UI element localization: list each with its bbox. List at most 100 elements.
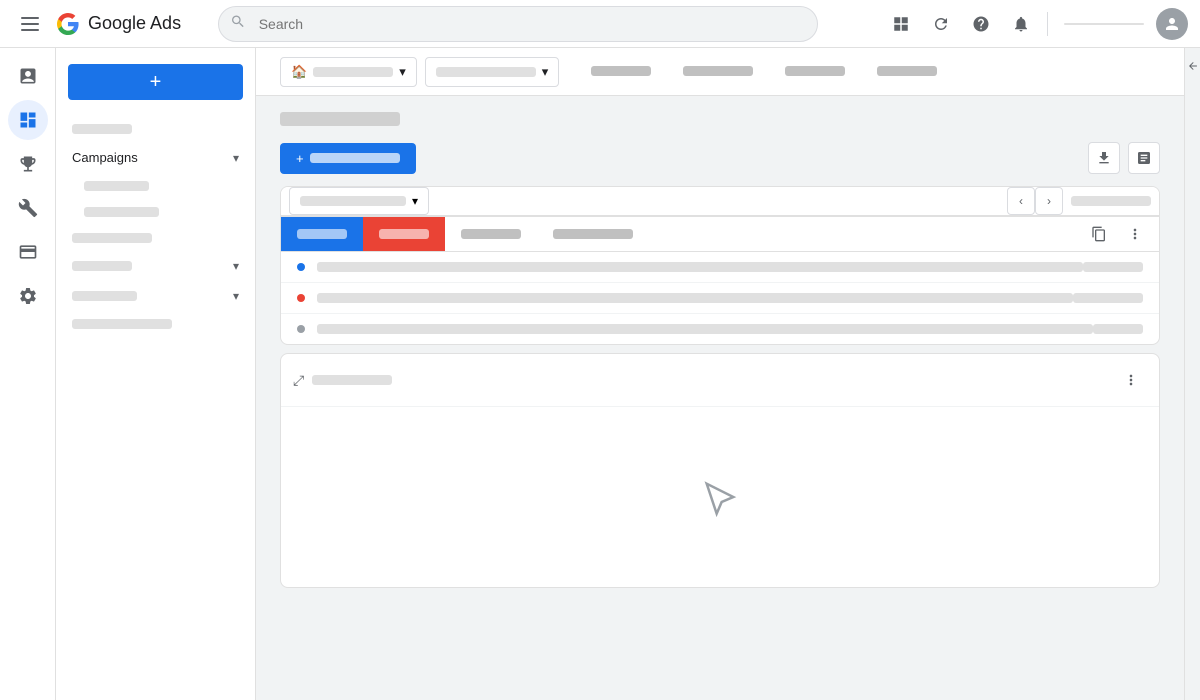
card-more-button[interactable] [1119, 218, 1151, 250]
columns-chevron: ▾ [412, 194, 418, 208]
card-actions [1083, 217, 1159, 251]
card-tab-4[interactable] [537, 217, 649, 251]
card-tab-3-label [461, 229, 521, 239]
sidebar-goals-button[interactable] [8, 144, 48, 184]
row-right-bar-2 [1073, 293, 1143, 303]
account-dropdown-chevron: ▾ [399, 64, 406, 80]
sub-navigation: 🏠 ▾ ▾ [256, 48, 1184, 96]
card-tab-3[interactable] [445, 217, 537, 251]
hamburger-icon [21, 17, 39, 31]
row-bar-2 [317, 293, 1073, 303]
date-dropdown[interactable]: ▾ [425, 57, 560, 87]
download-button[interactable] [1088, 142, 1120, 174]
report-button[interactable] [1128, 142, 1160, 174]
refresh-button[interactable] [923, 6, 959, 42]
nav-audiences-bar [72, 291, 137, 301]
campaigns-label: Campaigns [72, 150, 138, 165]
logo-area: Google Ads [12, 6, 181, 42]
sidebar-tools-button[interactable] [8, 188, 48, 228]
account-dropdown[interactable]: 🏠 ▾ [280, 57, 417, 87]
page-content: + [256, 96, 1184, 700]
new-button[interactable]: + [68, 64, 243, 100]
filter-bar: + [280, 142, 1160, 174]
nav-keywords-bar [72, 261, 132, 271]
search-input[interactable] [218, 6, 818, 42]
subnav-tab-ads[interactable] [861, 58, 953, 86]
search-icon [230, 13, 246, 34]
top-nav-actions [883, 6, 1188, 42]
columns-label [300, 196, 406, 206]
right-sidebar [1184, 48, 1200, 700]
cards-container: ▾ ‹ › [280, 186, 1160, 588]
nav-bid-bar [72, 319, 172, 329]
date-dropdown-chevron: ▾ [542, 64, 549, 80]
new-button-label: + [150, 72, 162, 92]
card-tab-row [281, 217, 1159, 252]
view-mode-button[interactable] [883, 6, 919, 42]
notifications-button[interactable] [1003, 6, 1039, 42]
row-bar-3 [317, 324, 1093, 334]
sidebar-billing-button[interactable] [8, 232, 48, 272]
cursor-card: ⤢ [280, 353, 1160, 588]
subnav-tab-campaigns[interactable] [667, 58, 769, 86]
cursor-icon [700, 477, 740, 517]
campaign-card-1: ▾ ‹ › [280, 186, 1160, 345]
sidebar-overview-button[interactable] [8, 100, 48, 140]
card-row-1 [281, 252, 1159, 283]
card-tab-4-label [553, 229, 633, 239]
left-panel: + Campaigns ▾ ▾ [56, 48, 256, 700]
account-name-bar [1064, 23, 1144, 25]
nav-item-keywords[interactable]: ▾ [56, 251, 255, 281]
card-header-bar: ▾ ‹ › [281, 187, 1159, 216]
cursor-card-header: ⤢ [281, 354, 1159, 407]
row-indicator-2 [297, 294, 305, 302]
row-right-2 [1073, 293, 1143, 303]
row-right-1 [1083, 262, 1143, 272]
help-button[interactable] [963, 6, 999, 42]
row-indicator-3 [297, 325, 305, 333]
account-icon: 🏠 [291, 64, 307, 80]
add-label-bar [310, 153, 400, 163]
nav-section: Campaigns ▾ ▾ ▾ [56, 112, 255, 341]
cursor-card-body [281, 407, 1159, 587]
page-title-row [280, 112, 1160, 126]
nav-item-overview[interactable] [56, 116, 255, 142]
add-icon: + [296, 151, 304, 166]
nav-item-adgroups[interactable] [56, 173, 255, 199]
prev-page-btn[interactable]: ‹ [1007, 187, 1035, 215]
subnav-tab-overview[interactable] [575, 58, 667, 86]
cursor-card-header-left: ⤢ [293, 372, 392, 389]
page-info-bar [1071, 196, 1151, 206]
sub-nav-tabs [575, 58, 953, 86]
row-bar-1 [317, 262, 1083, 272]
nav-item-campaigns[interactable]: Campaigns ▾ [56, 142, 255, 173]
next-page-btn[interactable]: › [1035, 187, 1063, 215]
nav-item-ads[interactable] [56, 199, 255, 225]
google-logo-icon [56, 12, 80, 36]
menu-button[interactable] [12, 6, 48, 42]
sidebar-campaigns-button[interactable] [8, 56, 48, 96]
nav-item-landing[interactable] [56, 225, 255, 251]
nav-label-bar [72, 124, 132, 134]
row-right-bar-1 [1083, 262, 1143, 272]
user-avatar[interactable] [1156, 8, 1188, 40]
columns-select[interactable]: ▾ [289, 187, 429, 215]
nav-divider [1047, 12, 1048, 36]
card-tab-1-label [297, 229, 347, 239]
sidebar-settings-button[interactable] [8, 276, 48, 316]
card-copy-button[interactable] [1083, 218, 1115, 250]
add-campaign-button[interactable]: + [280, 143, 416, 174]
nav-item-audiences[interactable]: ▾ [56, 281, 255, 311]
card-tabs: ▾ ‹ › [281, 187, 1159, 217]
collapse-panel-button[interactable] [1181, 54, 1200, 78]
nav-item-bid[interactable] [56, 311, 255, 337]
subnav-tab-adgroups[interactable] [769, 58, 861, 86]
card-tab-2[interactable] [363, 217, 445, 251]
card-tab-1[interactable] [281, 217, 363, 251]
filter-right [1088, 142, 1160, 174]
page-title [280, 112, 400, 126]
nav-ads-bar [84, 207, 159, 217]
audiences-chevron: ▾ [233, 289, 239, 303]
cursor-card-more-button[interactable] [1115, 364, 1147, 396]
card-content [281, 252, 1159, 344]
